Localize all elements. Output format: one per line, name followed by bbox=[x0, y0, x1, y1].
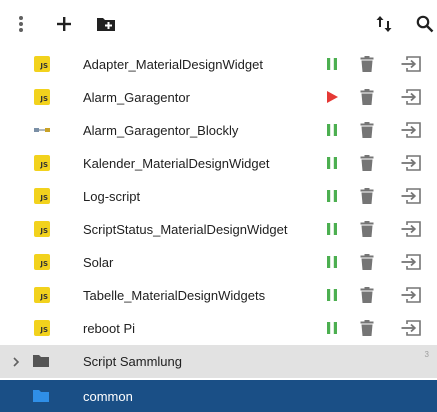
export-icon[interactable] bbox=[400, 318, 422, 338]
delete-icon[interactable] bbox=[357, 54, 377, 74]
blockly-icon bbox=[34, 122, 50, 138]
script-name: Log-script bbox=[83, 189, 141, 204]
play-icon[interactable] bbox=[322, 87, 342, 107]
pause-icon[interactable] bbox=[322, 153, 342, 173]
script-row[interactable]: JS Log-script bbox=[0, 180, 437, 213]
delete-icon[interactable] bbox=[357, 252, 377, 272]
script-row[interactable]: JS ScriptStatus_MaterialDesignWidget bbox=[0, 213, 437, 246]
export-icon[interactable] bbox=[400, 153, 422, 173]
export-icon[interactable] bbox=[400, 285, 422, 305]
script-name: reboot Pi bbox=[83, 321, 136, 336]
script-row[interactable]: Alarm_Garagentor_Blockly bbox=[0, 114, 437, 147]
pause-icon[interactable] bbox=[322, 318, 342, 338]
script-name: Alarm_Garagentor_Blockly bbox=[83, 123, 239, 138]
javascript-icon: JS bbox=[34, 254, 50, 270]
export-icon[interactable] bbox=[400, 54, 422, 74]
search-icon[interactable] bbox=[411, 10, 437, 38]
javascript-icon: JS bbox=[34, 320, 50, 336]
script-row[interactable]: JS Solar bbox=[0, 246, 437, 279]
script-name: Solar bbox=[83, 255, 114, 270]
pause-icon[interactable] bbox=[322, 186, 342, 206]
export-icon[interactable] bbox=[400, 120, 422, 140]
sort-icon[interactable] bbox=[370, 10, 398, 38]
folder-icon bbox=[32, 388, 50, 404]
toolbar bbox=[0, 0, 437, 48]
script-name: Kalender_MaterialDesignWidget bbox=[83, 156, 270, 171]
script-name: Tabelle_MaterialDesignWidgets bbox=[83, 288, 266, 303]
folder-icon bbox=[32, 353, 50, 369]
javascript-icon: JS bbox=[34, 89, 50, 105]
folder-name: common bbox=[83, 389, 133, 404]
delete-icon[interactable] bbox=[357, 186, 377, 206]
export-icon[interactable] bbox=[400, 252, 422, 272]
pause-icon[interactable] bbox=[322, 252, 342, 272]
javascript-icon: JS bbox=[34, 287, 50, 303]
delete-icon[interactable] bbox=[357, 285, 377, 305]
folder-count: 3 bbox=[424, 350, 429, 359]
script-name: Alarm_Garagentor bbox=[83, 90, 190, 105]
pause-icon[interactable] bbox=[322, 285, 342, 305]
delete-icon[interactable] bbox=[357, 87, 377, 107]
script-row[interactable]: JS reboot Pi bbox=[0, 312, 437, 345]
add-icon[interactable] bbox=[50, 10, 78, 38]
script-row[interactable]: JS Tabelle_MaterialDesignWidgets bbox=[0, 279, 437, 312]
script-row[interactable]: JS Kalender_MaterialDesignWidget bbox=[0, 147, 437, 180]
script-name: Adapter_MaterialDesignWidget bbox=[83, 57, 263, 72]
javascript-icon: JS bbox=[34, 188, 50, 204]
pause-icon[interactable] bbox=[322, 54, 342, 74]
export-icon[interactable] bbox=[400, 87, 422, 107]
folder-name: Script Sammlung bbox=[83, 354, 182, 369]
folder-row-selected[interactable]: common bbox=[0, 380, 437, 412]
folder-row[interactable]: Script Sammlung 3 bbox=[0, 345, 437, 378]
delete-icon[interactable] bbox=[357, 318, 377, 338]
delete-icon[interactable] bbox=[357, 153, 377, 173]
javascript-icon: JS bbox=[34, 56, 50, 72]
script-name: ScriptStatus_MaterialDesignWidget bbox=[83, 222, 288, 237]
chevron-right-icon[interactable] bbox=[10, 355, 22, 367]
javascript-icon: JS bbox=[34, 155, 50, 171]
script-row[interactable]: JS Adapter_MaterialDesignWidget bbox=[0, 48, 437, 81]
pause-icon[interactable] bbox=[322, 219, 342, 239]
javascript-icon: JS bbox=[34, 221, 50, 237]
create-new-folder-icon[interactable] bbox=[92, 10, 120, 38]
more-vert-icon[interactable] bbox=[7, 10, 35, 38]
script-row[interactable]: JS Alarm_Garagentor bbox=[0, 81, 437, 114]
export-icon[interactable] bbox=[400, 219, 422, 239]
delete-icon[interactable] bbox=[357, 120, 377, 140]
delete-icon[interactable] bbox=[357, 219, 377, 239]
pause-icon[interactable] bbox=[322, 120, 342, 140]
export-icon[interactable] bbox=[400, 186, 422, 206]
